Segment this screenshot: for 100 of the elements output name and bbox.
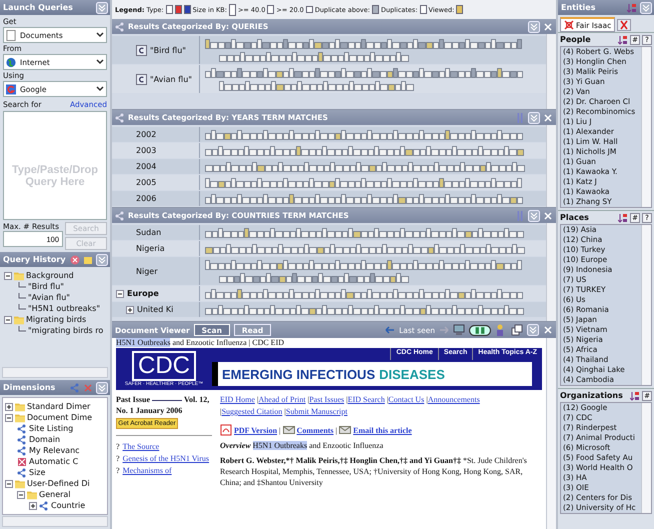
expander-icon[interactable] bbox=[17, 490, 25, 498]
collapse-icon[interactable] bbox=[96, 382, 108, 394]
folder-icon bbox=[15, 478, 25, 488]
delete-icon[interactable] bbox=[70, 254, 80, 265]
nodes-icon[interactable] bbox=[70, 382, 80, 392]
collapse-icon[interactable] bbox=[528, 210, 540, 222]
expander-icon[interactable] bbox=[5, 402, 13, 410]
tree-item[interactable]: "Avian flu" bbox=[28, 293, 70, 302]
toc-link[interactable]: Mechanisms of bbox=[122, 466, 172, 476]
folder-icon bbox=[15, 412, 25, 422]
query-icon bbox=[136, 74, 147, 84]
category-label[interactable]: Nigeria bbox=[136, 244, 165, 253]
collapse-icon[interactable] bbox=[528, 20, 540, 32]
journal-nav-link[interactable]: Suggested Citation bbox=[222, 407, 282, 416]
close-icon[interactable] bbox=[617, 18, 632, 30]
results-strip-drawing[interactable] bbox=[204, 129, 526, 140]
scrollbar[interactable] bbox=[641, 403, 651, 513]
folder-icon bbox=[15, 402, 25, 412]
issue-heading: Past Issue Vol. 12, No. 1 January 2006 bbox=[116, 394, 210, 416]
tree-item[interactable]: Automatic C bbox=[29, 457, 78, 466]
tree-item[interactable]: General bbox=[39, 490, 71, 499]
tree-item[interactable]: Size bbox=[29, 468, 46, 477]
back-arrow-icon[interactable] bbox=[385, 325, 396, 335]
collapse-icon[interactable] bbox=[528, 112, 540, 124]
tree-item[interactable]: "H5N1 outbreaks" bbox=[28, 304, 100, 314]
sort-icon[interactable] bbox=[618, 34, 628, 44]
scrollbar[interactable] bbox=[641, 47, 651, 207]
expander-icon[interactable] bbox=[4, 316, 12, 324]
journal-nav-link[interactable]: Announcements bbox=[428, 395, 480, 404]
expander-icon[interactable] bbox=[5, 414, 13, 422]
category-label[interactable]: Europe bbox=[127, 289, 159, 298]
tree-item[interactable]: My Relevanc bbox=[29, 446, 80, 455]
results-strip-drawing[interactable] bbox=[204, 288, 526, 299]
pager-icon[interactable] bbox=[469, 324, 491, 336]
sort-icon[interactable] bbox=[618, 212, 628, 222]
expander-icon[interactable] bbox=[116, 290, 124, 298]
tree-item[interactable]: Standard Dimer bbox=[27, 402, 90, 411]
journal-nav-link[interactable]: EID Home bbox=[220, 395, 255, 404]
scrollbar[interactable] bbox=[2, 516, 108, 527]
nodes-icon bbox=[17, 424, 27, 434]
category-label[interactable]: Sudan bbox=[136, 228, 162, 237]
expander-icon[interactable] bbox=[4, 272, 12, 280]
scrollbar[interactable] bbox=[2, 367, 108, 378]
collapse-icon[interactable] bbox=[96, 2, 108, 14]
viewed-swatch-icon bbox=[456, 5, 464, 14]
toc-link[interactable]: The Source bbox=[122, 442, 160, 452]
sort-icon[interactable] bbox=[630, 390, 640, 400]
query-field[interactable]: Type/Paste/Drop Query Here bbox=[3, 111, 107, 220]
scrollbar[interactable] bbox=[546, 338, 556, 529]
expander-icon[interactable] bbox=[29, 502, 37, 510]
journal-nav-link[interactable]: Ahead of Print bbox=[258, 395, 306, 404]
monitor-icon[interactable] bbox=[453, 324, 465, 336]
category-label[interactable]: 2005 bbox=[136, 178, 156, 187]
journal-nav-link[interactable]: EID Search bbox=[348, 395, 385, 404]
category-label[interactable]: 2006 bbox=[136, 194, 156, 203]
results-strip-drawing[interactable] bbox=[204, 67, 526, 91]
collapse-icon[interactable] bbox=[640, 2, 652, 14]
tree-item[interactable]: "Bird flu" bbox=[28, 282, 64, 292]
scrollbar[interactable] bbox=[641, 225, 651, 385]
results-strip-drawing[interactable] bbox=[204, 243, 526, 254]
tree-item[interactable]: Migrating birds bbox=[26, 315, 86, 324]
article-action-link[interactable]: Email this article bbox=[353, 426, 412, 434]
category-label[interactable]: Niger bbox=[136, 266, 158, 276]
scrollbar[interactable] bbox=[546, 223, 556, 321]
tree-item[interactable]: Background bbox=[26, 271, 74, 280]
tree-item[interactable]: Countrie bbox=[51, 501, 86, 510]
scrollbar[interactable] bbox=[546, 34, 556, 109]
collapse-icon[interactable] bbox=[96, 254, 108, 266]
bullet-mark: ? bbox=[116, 454, 120, 464]
category-label[interactable]: "Bird flu" bbox=[150, 46, 186, 54]
scrollbar[interactable] bbox=[546, 125, 556, 207]
category-label[interactable]: 2003 bbox=[136, 146, 156, 155]
journal-nav-link[interactable]: Contact Us bbox=[388, 395, 424, 404]
restore-icon[interactable] bbox=[511, 324, 523, 336]
collapse-icon[interactable] bbox=[527, 324, 539, 336]
expander-icon[interactable] bbox=[5, 480, 13, 488]
expander-icon[interactable] bbox=[126, 306, 134, 314]
toc-link[interactable]: Genesis of the H5N1 Virus bbox=[122, 454, 210, 464]
tree-item[interactable]: Document Dime bbox=[27, 413, 92, 422]
journal-nav-link[interactable]: Past Issues bbox=[309, 395, 344, 404]
bullet-mark: ? bbox=[116, 442, 120, 452]
folder-icon bbox=[27, 490, 37, 500]
tree-item[interactable]: "migrating birds ro bbox=[28, 326, 104, 336]
results-strip-drawing[interactable] bbox=[204, 304, 526, 315]
sort-icon[interactable] bbox=[627, 2, 637, 12]
folder-icon[interactable] bbox=[83, 254, 93, 265]
category-label[interactable]: "Avian flu" bbox=[150, 74, 192, 84]
tree-item[interactable]: Domain bbox=[29, 435, 60, 444]
article-action-link[interactable]: PDF Version bbox=[234, 426, 278, 434]
category-label[interactable]: United Ki bbox=[137, 305, 174, 314]
results-strip-drawing[interactable] bbox=[204, 145, 526, 156]
tree-item[interactable]: User-Defined Di bbox=[27, 479, 90, 488]
results-strip-drawing[interactable] bbox=[204, 227, 526, 238]
tree-item[interactable]: Site Listing bbox=[29, 424, 74, 433]
category-label[interactable]: 2004 bbox=[136, 162, 156, 171]
category-label[interactable]: 2002 bbox=[136, 130, 156, 139]
results-strip-drawing[interactable] bbox=[204, 161, 526, 172]
journal-nav-link[interactable]: Submit Manuscript bbox=[286, 407, 348, 416]
article-action-link[interactable]: Comments bbox=[296, 426, 334, 434]
results-strip-drawing[interactable] bbox=[204, 193, 526, 204]
